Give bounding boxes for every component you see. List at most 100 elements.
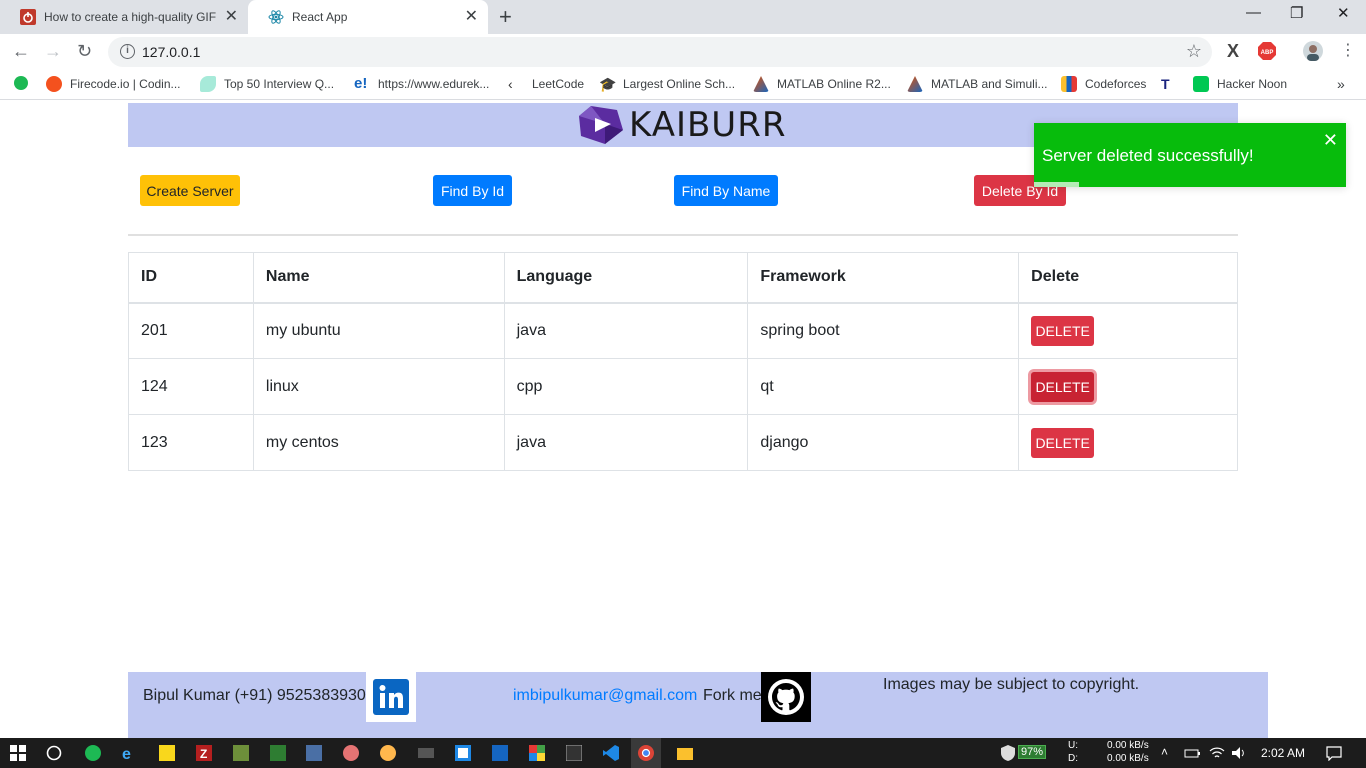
app-icon[interactable]: [529, 745, 545, 761]
cell-language: java: [503, 302, 749, 359]
forward-icon[interactable]: →: [44, 41, 62, 61]
reload-icon[interactable]: ↻: [77, 41, 92, 61]
cell-framework: qt: [747, 358, 1020, 415]
delete-row-button[interactable]: DELETE: [1031, 315, 1095, 346]
info-icon[interactable]: i: [120, 44, 135, 59]
menu-icon[interactable]: ⋮: [1340, 40, 1356, 60]
kaiburr-logo: KAIBURR: [577, 103, 786, 147]
bookmark-item[interactable]: Codeforces: [1061, 76, 1146, 92]
success-toast[interactable]: Server deleted successfully! ✕: [1034, 123, 1346, 187]
bookmarks-bar: Firecode.io | Codin... Top 50 Interview …: [0, 70, 1366, 100]
svg-text:ABP: ABP: [1261, 50, 1274, 56]
find-by-id-button[interactable]: Find By Id: [433, 175, 512, 206]
url-text[interactable]: 127.0.0.1: [142, 44, 200, 60]
app-icon[interactable]: [418, 745, 434, 761]
close-icon[interactable]: ✕: [465, 9, 478, 25]
matlab-icon: [907, 76, 923, 92]
minimize-icon[interactable]: —: [1246, 4, 1261, 21]
bookmark-item[interactable]: 🎓 Largest Online Sch...: [599, 76, 735, 92]
cell-id: 124: [128, 358, 254, 415]
adblock-icon[interactable]: ABP: [1258, 42, 1276, 65]
leetcode-icon: ‹: [508, 76, 513, 92]
volume-icon[interactable]: [1231, 745, 1247, 761]
app-icon[interactable]: [455, 745, 471, 761]
leaf-icon: [200, 76, 216, 92]
delete-row-button[interactable]: DELETE: [1031, 427, 1095, 458]
bookmark-star-icon[interactable]: ☆: [1186, 41, 1202, 62]
window-close-icon[interactable]: ✕: [1337, 4, 1350, 22]
bookmark-label: LeetCode: [532, 77, 585, 91]
bookmark-item[interactable]: ‹ LeetCode: [508, 76, 584, 92]
filezilla-icon[interactable]: Z: [196, 745, 212, 761]
terminal-icon[interactable]: [565, 744, 583, 762]
restore-icon[interactable]: ❐: [1290, 4, 1303, 22]
x-extension-icon[interactable]: X: [1227, 41, 1239, 62]
copyright-text: Images may be subject to copyright.: [883, 676, 1140, 693]
edureka-icon: e!: [354, 75, 368, 92]
bookmark-item[interactable]: Top 50 Interview Q...: [200, 76, 334, 92]
github-icon[interactable]: [761, 672, 811, 722]
paint-icon[interactable]: [343, 745, 359, 761]
bookmark-item[interactable]: MATLAB Online R2...: [753, 76, 891, 92]
bookmark-item[interactable]: [14, 76, 28, 90]
bookmark-label: Hacker Noon: [1217, 77, 1288, 91]
wifi-icon[interactable]: [1209, 745, 1225, 761]
net-down-label: D:: [1068, 753, 1078, 764]
create-server-button[interactable]: Create Server: [140, 175, 240, 206]
firecode-icon: [46, 76, 62, 92]
bookmark-item[interactable]: Firecode.io | Codin...: [46, 76, 181, 92]
file-explorer-icon[interactable]: [677, 745, 693, 761]
logo-text: KAIBURR: [629, 105, 787, 145]
bookmark-label: Top 50 Interview Q...: [224, 77, 335, 91]
find-by-name-button[interactable]: Find By Name: [674, 175, 778, 206]
chevron-up-icon[interactable]: ˄: [1161, 745, 1168, 759]
contact-text: Bipul Kumar (+91) 9525383930: [143, 687, 366, 704]
bookmark-item[interactable]: T: [1161, 76, 1185, 92]
clock[interactable]: 2:02 AM: [1261, 746, 1305, 760]
badge-icon: [14, 76, 28, 90]
sticky-notes-icon[interactable]: [159, 745, 175, 761]
table-header-row: ID Name Language Framework Delete: [128, 252, 1238, 304]
more-bookmarks-icon[interactable]: »: [1337, 76, 1345, 92]
app-icon[interactable]: [306, 745, 322, 761]
table-row: 201 my ubuntu java spring boot DELETE: [128, 302, 1238, 359]
edge-icon[interactable]: e: [121, 745, 137, 763]
battery-icon[interactable]: [1184, 745, 1200, 761]
virtualbox-icon[interactable]: [492, 745, 508, 761]
tab-gif[interactable]: How to create a high-quality GIF ✕: [0, 0, 248, 34]
search-icon[interactable]: [46, 745, 62, 761]
column-header-framework: Framework: [747, 252, 1020, 304]
tab-react-app[interactable]: React App ✕: [248, 0, 488, 34]
cell-language: java: [503, 414, 749, 471]
linkedin-icon[interactable]: [366, 672, 416, 722]
spotify-icon[interactable]: [85, 745, 101, 761]
bookmark-item[interactable]: Hacker Noon: [1193, 76, 1287, 92]
svg-text:Z: Z: [200, 747, 207, 761]
battery-indicator[interactable]: 97%: [1018, 745, 1047, 759]
vscode-icon[interactable]: [603, 745, 619, 761]
footer: Bipul Kumar (+91) 9525383930 imbipulkuma…: [128, 672, 1268, 738]
app-icon[interactable]: [270, 745, 286, 761]
back-icon[interactable]: ←: [12, 41, 30, 61]
chrome-taskbar-item[interactable]: [631, 738, 661, 768]
bookmark-item[interactable]: e! https://www.edurek...: [354, 76, 489, 92]
close-icon[interactable]: ✕: [1323, 130, 1338, 151]
delete-row-button[interactable]: DELETE: [1031, 371, 1095, 402]
t2-icon: T: [1161, 76, 1170, 92]
app-icon[interactable]: [233, 745, 249, 761]
net-up-label: U:: [1068, 740, 1078, 751]
paint3d-icon[interactable]: [380, 745, 396, 761]
notifications-icon[interactable]: [1326, 745, 1342, 762]
new-tab-icon[interactable]: +: [499, 6, 512, 28]
security-shield-icon[interactable]: [1000, 745, 1016, 761]
kaiburr-logo-mark: [579, 106, 623, 144]
windows-start-icon[interactable]: [10, 745, 26, 761]
cell-id: 201: [128, 302, 254, 359]
column-header-id: ID: [128, 252, 254, 304]
email-link[interactable]: imbipulkumar@gmail.com: [513, 687, 697, 705]
profile-avatar[interactable]: [1303, 41, 1323, 66]
toast-progress-bar: [1034, 182, 1079, 187]
close-icon[interactable]: ✕: [225, 9, 238, 25]
bookmark-item[interactable]: MATLAB and Simuli...: [907, 76, 1047, 92]
address-bar[interactable]: i 127.0.0.1 ☆: [108, 37, 1212, 67]
